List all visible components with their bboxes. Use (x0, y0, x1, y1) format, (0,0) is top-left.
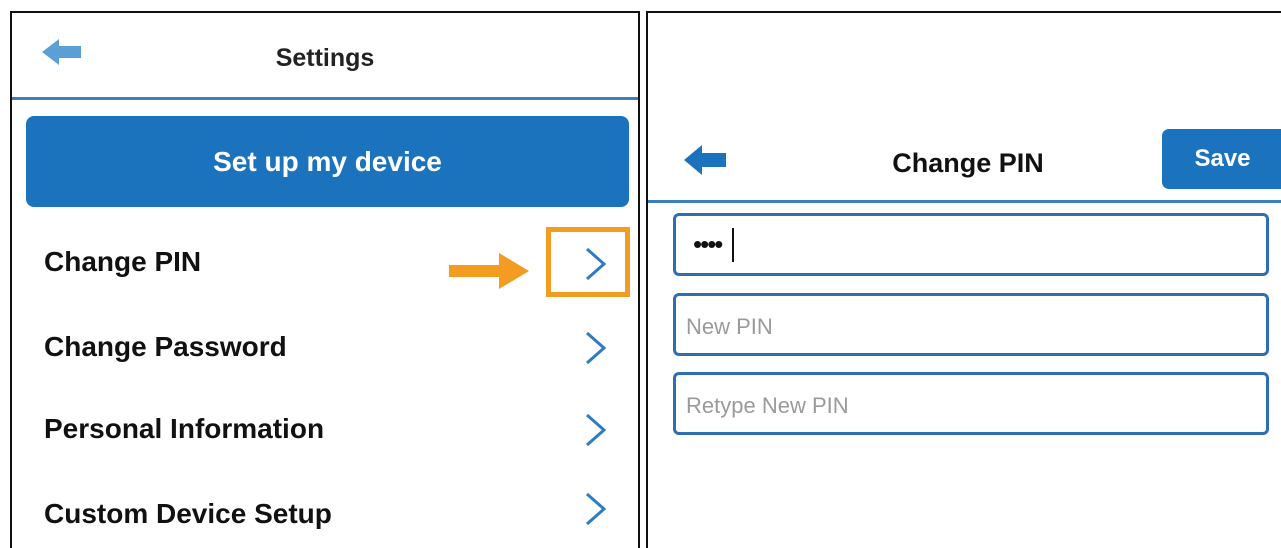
settings-panel: Settings Set up my device Change PIN Cha… (10, 11, 640, 548)
chevron-right-icon (586, 492, 607, 526)
chevron-right-icon (586, 413, 607, 447)
menu-item-label: Change PIN (44, 246, 202, 277)
new-pin-field[interactable]: New PIN (673, 293, 1269, 356)
menu-item-label: Custom Device Setup (44, 498, 332, 529)
back-arrow-icon (684, 145, 726, 175)
current-pin-value: •••• (693, 229, 723, 259)
header-divider (648, 200, 1281, 203)
back-button[interactable] (684, 145, 726, 175)
save-button[interactable]: Save (1162, 129, 1281, 189)
retype-pin-placeholder: Retype New PIN (686, 393, 849, 418)
current-pin-field[interactable]: •••• (673, 213, 1269, 276)
highlight-box (546, 227, 630, 297)
text-caret (732, 228, 734, 262)
retype-pin-field[interactable]: Retype New PIN (673, 372, 1269, 435)
new-pin-placeholder: New PIN (686, 314, 773, 339)
menu-item-label: Change Password (44, 331, 287, 362)
menu-item-custom-device-setup[interactable]: Custom Device Setup (12, 483, 638, 543)
page-title: Settings (275, 44, 375, 72)
menu-item-change-pin[interactable]: Change PIN (12, 233, 638, 293)
header-divider (12, 97, 638, 100)
menu-item-personal-information[interactable]: Personal Information (12, 398, 638, 458)
setup-device-button[interactable]: Set up my device (26, 116, 629, 207)
chevron-right-icon (586, 331, 607, 365)
page-title: Change PIN (892, 148, 1044, 178)
menu-item-label: Personal Information (44, 413, 325, 444)
menu-item-change-password[interactable]: Change Password (12, 316, 638, 376)
change-pin-panel: Change PIN Save •••• New PIN Retype New … (646, 11, 1281, 548)
orange-pointer-arrow-icon (449, 253, 529, 289)
